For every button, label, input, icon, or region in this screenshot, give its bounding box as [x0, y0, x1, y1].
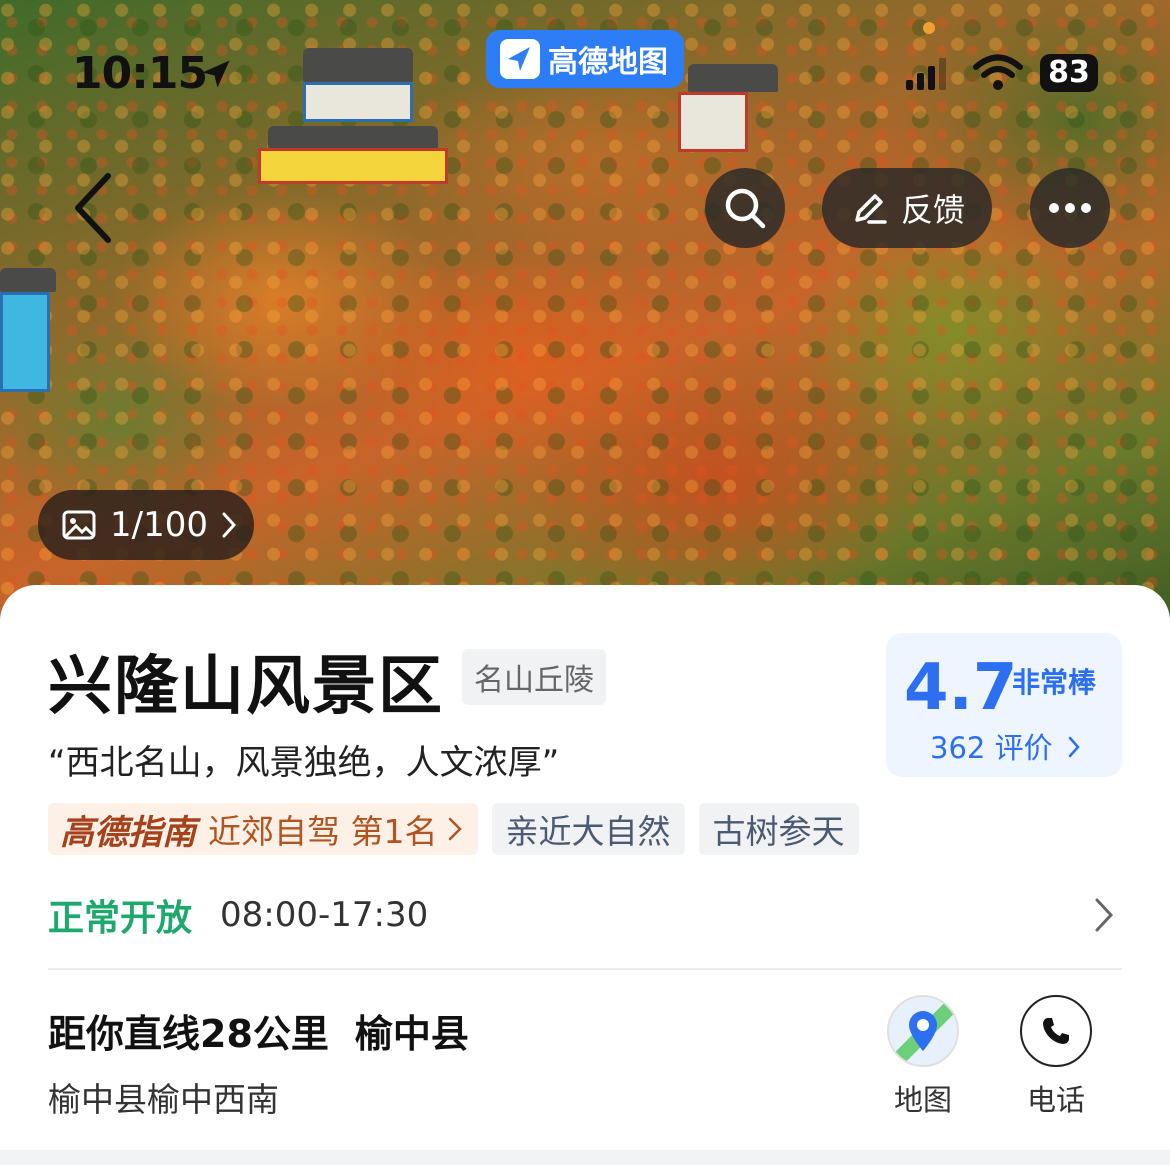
- poi-address[interactable]: 榆中县榆中西南: [48, 1073, 279, 1121]
- district-text: 榆中县: [354, 1012, 469, 1056]
- phone-button-label: 电话: [1026, 1083, 1085, 1117]
- divider: [48, 968, 1122, 970]
- amap-badge-label: 高德地图: [548, 45, 668, 80]
- amap-app-badge: 高德地图: [486, 30, 684, 88]
- photo-gallery-button[interactable]: 1/100: [38, 490, 254, 560]
- amap-guide-logo: 高德指南: [60, 812, 196, 853]
- distance-info: 距你直线28公里 榆中县: [48, 1003, 469, 1058]
- back-button[interactable]: [64, 170, 124, 246]
- poi-info-card: 兴隆山风景区 名山丘陵 “西北名山，风景独绝，人文浓厚” 4.7 非常棒 362…: [0, 585, 1170, 1150]
- edit-pen-icon: [855, 194, 887, 224]
- temple-far-left: [0, 268, 60, 408]
- poi-slogan: “西北名山，风景独绝，人文浓厚”: [48, 743, 560, 783]
- rating-score: 4.7: [904, 651, 1018, 725]
- map-button-label: 地图: [893, 1083, 952, 1117]
- temple-right: [668, 64, 798, 164]
- tags-row: 高德指南 近郊自驾 第1名 亲近大自然 古树参天: [48, 803, 859, 855]
- image-icon: [62, 510, 96, 540]
- poi-title: 兴隆山风景区: [48, 650, 444, 724]
- search-icon: [725, 188, 766, 229]
- feedback-button[interactable]: 反馈: [822, 168, 992, 248]
- map-pin-icon: [887, 995, 959, 1067]
- chevron-right-icon: [222, 512, 236, 538]
- chevron-right-icon: [1095, 898, 1114, 932]
- rating-panel[interactable]: 4.7 非常棒 362 评价: [886, 633, 1122, 777]
- wifi-icon: [973, 54, 1023, 90]
- hero-photo[interactable]: 10:15 83 高德地图 反馈 1/100: [0, 0, 1170, 640]
- review-count: 362 评价: [930, 731, 1053, 765]
- amap-guide-rank-tag[interactable]: 高德指南 近郊自驾 第1名: [48, 803, 478, 855]
- more-button[interactable]: [1030, 168, 1110, 248]
- opening-hours-row[interactable]: 正常开放 08:00-17:30: [48, 885, 1122, 945]
- open-status: 正常开放: [48, 898, 193, 939]
- location-arrow-icon: [202, 60, 230, 88]
- distance-text: 距你直线28公里: [48, 1012, 329, 1056]
- temple-left: [258, 48, 458, 198]
- phone-button[interactable]: 电话: [1001, 995, 1111, 1119]
- photo-counter-text: 1/100: [110, 505, 208, 545]
- rating-text: 非常棒: [1012, 666, 1097, 699]
- feature-tag: 亲近大自然: [491, 803, 685, 855]
- feedback-label: 反馈: [900, 191, 965, 229]
- bottom-strip: [0, 1150, 1170, 1165]
- map-button[interactable]: 地图: [868, 995, 978, 1119]
- amap-logo-icon: [500, 39, 540, 79]
- battery-indicator: 83: [1040, 54, 1098, 92]
- more-dots-icon: [1049, 203, 1091, 213]
- opening-hours: 08:00-17:30: [220, 895, 429, 935]
- chevron-right-icon: [448, 817, 462, 841]
- status-time: 10:15: [72, 48, 208, 99]
- poi-category-tag: 名山丘陵: [462, 649, 606, 705]
- guide-rank-text: 近郊自驾 第1名: [208, 812, 438, 851]
- privacy-indicator-icon: [923, 22, 935, 34]
- cellular-signal-icon: [906, 58, 946, 90]
- chevron-right-icon: [1068, 736, 1080, 758]
- search-button[interactable]: [705, 168, 785, 248]
- review-count-link[interactable]: 362 评价: [930, 725, 1080, 767]
- phone-icon: [1020, 995, 1092, 1067]
- feature-tag: 古树参天: [698, 803, 859, 855]
